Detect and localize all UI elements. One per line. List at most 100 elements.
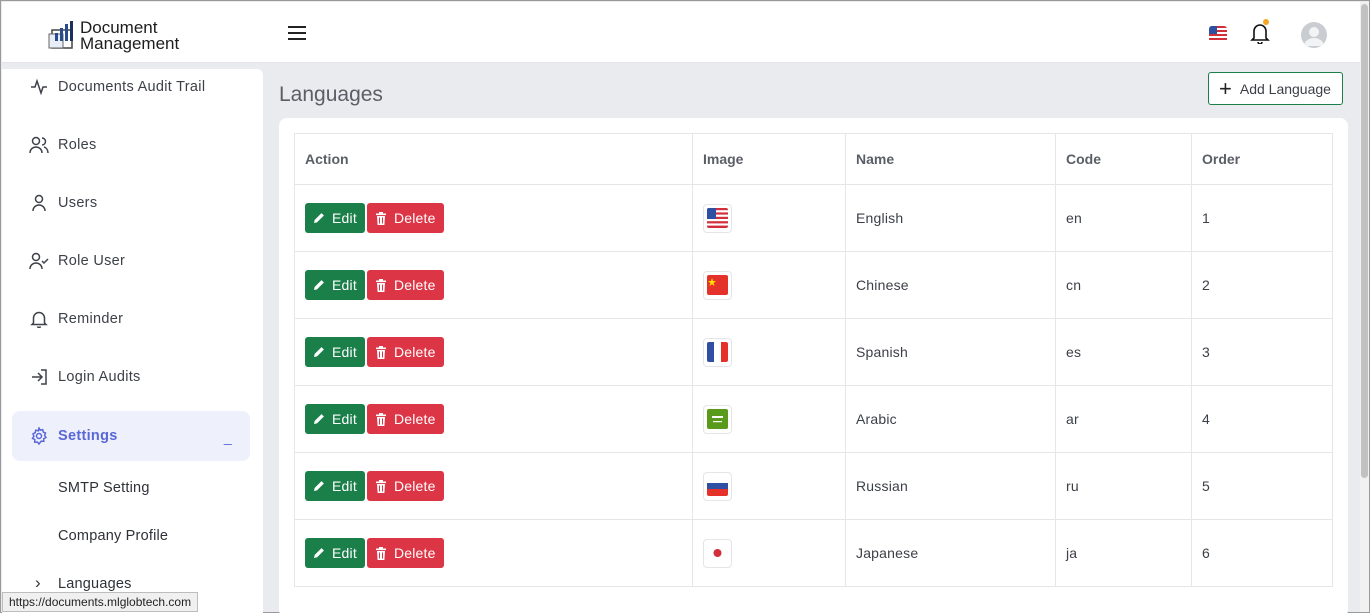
- delete-label: Delete: [393, 545, 436, 561]
- language-flag-icon[interactable]: [1209, 26, 1227, 42]
- jp-flag-icon: [707, 543, 728, 563]
- sidebar-item-roles[interactable]: Roles: [12, 120, 250, 170]
- sidebar-item-role-user[interactable]: Role User: [12, 236, 250, 286]
- edit-button[interactable]: Edit: [305, 270, 365, 300]
- pencil-icon: [313, 480, 328, 492]
- column-header-name: Name: [845, 133, 1056, 185]
- trash-icon: [375, 412, 390, 426]
- trash-icon: [375, 278, 390, 292]
- edit-button[interactable]: Edit: [305, 203, 365, 233]
- login-icon: [28, 366, 50, 388]
- sidebar-item-label: Roles: [58, 137, 97, 153]
- delete-label: Delete: [393, 411, 436, 427]
- edit-button[interactable]: Edit: [305, 337, 365, 367]
- sidebar-item-label: Login Audits: [58, 369, 141, 385]
- code-cell: ar: [1055, 385, 1192, 453]
- users-icon: [28, 134, 50, 156]
- flag-thumbnail: [703, 471, 732, 501]
- delete-label: Delete: [393, 478, 436, 494]
- notification-bell-icon[interactable]: [1250, 22, 1270, 49]
- code-cell: ru: [1055, 452, 1192, 520]
- edit-label: Edit: [332, 545, 357, 561]
- pencil-icon: [313, 212, 328, 224]
- image-cell: [692, 385, 846, 453]
- logo-icon: [48, 21, 73, 49]
- sidebar-subitem-company-profile[interactable]: Company Profile: [58, 528, 168, 544]
- delete-button[interactable]: Delete: [366, 203, 444, 233]
- collapse-icon[interactable]: _: [224, 429, 232, 445]
- action-cell: Edit Delete: [294, 318, 693, 386]
- ru-flag-icon: [707, 476, 728, 496]
- scrollbar-thumb[interactable]: [1361, 4, 1368, 478]
- table-row: Edit Delete Arabic ar 4: [294, 385, 1333, 453]
- delete-button[interactable]: Delete: [366, 270, 444, 300]
- edit-label: Edit: [332, 411, 357, 427]
- column-header-action: Action: [294, 133, 693, 185]
- column-header-order: Order: [1191, 133, 1333, 185]
- notification-dot: [1263, 19, 1269, 25]
- name-cell: Chinese: [845, 251, 1056, 319]
- name-cell: Arabic: [845, 385, 1056, 453]
- sidebar-item-users[interactable]: Users: [12, 178, 250, 228]
- sidebar-item-settings[interactable]: Settings _: [12, 411, 250, 461]
- delete-button[interactable]: Delete: [366, 538, 444, 568]
- trash-icon: [375, 211, 390, 225]
- table-header-row: Action Image Name Code Order: [294, 133, 1333, 185]
- action-cell: Edit Delete: [294, 452, 693, 520]
- sa-flag-icon: [707, 409, 728, 429]
- code-cell: cn: [1055, 251, 1192, 319]
- sidebar-subitem-smtp-setting[interactable]: SMTP Setting: [58, 480, 150, 496]
- sidebar-item-label: Users: [58, 195, 98, 211]
- pencil-icon: [313, 547, 328, 559]
- pencil-icon: [313, 279, 328, 291]
- code-cell: es: [1055, 318, 1192, 386]
- edit-label: Edit: [332, 344, 357, 360]
- table-row: Edit Delete English en 1: [294, 184, 1333, 252]
- image-cell: [692, 318, 846, 386]
- name-cell: Russian: [845, 452, 1056, 520]
- table-row: Edit Delete Spanish es 3: [294, 318, 1333, 386]
- flag-thumbnail: [703, 270, 732, 300]
- code-cell: en: [1055, 184, 1192, 252]
- sidebar: Documents Audit Trail Roles Users Role U…: [2, 69, 263, 613]
- pencil-icon: [313, 413, 328, 425]
- code-cell: ja: [1055, 519, 1192, 587]
- edit-label: Edit: [332, 478, 357, 494]
- flag-thumbnail: [703, 337, 732, 367]
- edit-button[interactable]: Edit: [305, 471, 365, 501]
- sidebar-item-reminder[interactable]: Reminder: [12, 294, 250, 344]
- flag-thumbnail: [703, 203, 732, 233]
- top-header: Document Management: [2, 2, 1360, 63]
- app-logo[interactable]: Document Management: [46, 19, 180, 53]
- sidebar-subitem-languages[interactable]: Languages: [35, 573, 132, 593]
- menu-toggle-icon[interactable]: [288, 26, 306, 40]
- name-cell: Japanese: [845, 519, 1056, 587]
- delete-button[interactable]: Delete: [366, 471, 444, 501]
- add-language-label: Add Language: [1239, 80, 1331, 97]
- table-row: Edit Delete Chinese cn 2: [294, 251, 1333, 319]
- action-cell: Edit Delete: [294, 251, 693, 319]
- sidebar-item-documents-audit-trail[interactable]: Documents Audit Trail: [12, 62, 250, 112]
- order-cell: 1: [1191, 184, 1333, 252]
- delete-button[interactable]: Delete: [366, 337, 444, 367]
- column-header-image: Image: [692, 133, 846, 185]
- order-cell: 4: [1191, 385, 1333, 453]
- trash-icon: [375, 345, 390, 359]
- name-cell: English: [845, 184, 1056, 252]
- user-avatar-icon[interactable]: [1301, 22, 1327, 48]
- sidebar-item-login-audits[interactable]: Login Audits: [12, 352, 250, 402]
- sidebar-item-label: Documents Audit Trail: [58, 79, 206, 95]
- edit-button[interactable]: Edit: [305, 404, 365, 434]
- delete-button[interactable]: Delete: [366, 404, 444, 434]
- trash-icon: [375, 479, 390, 493]
- edit-button[interactable]: Edit: [305, 538, 365, 568]
- action-cell: Edit Delete: [294, 519, 693, 587]
- logo-line-2: Management: [80, 34, 180, 53]
- cn-flag-icon: [707, 275, 728, 295]
- add-language-button[interactable]: + Add Language: [1208, 72, 1343, 105]
- gear-icon: [28, 425, 50, 447]
- activity-icon: [28, 76, 50, 98]
- page-scrollbar[interactable]: [1360, 2, 1369, 612]
- delete-label: Delete: [393, 277, 436, 293]
- image-cell: [692, 452, 846, 520]
